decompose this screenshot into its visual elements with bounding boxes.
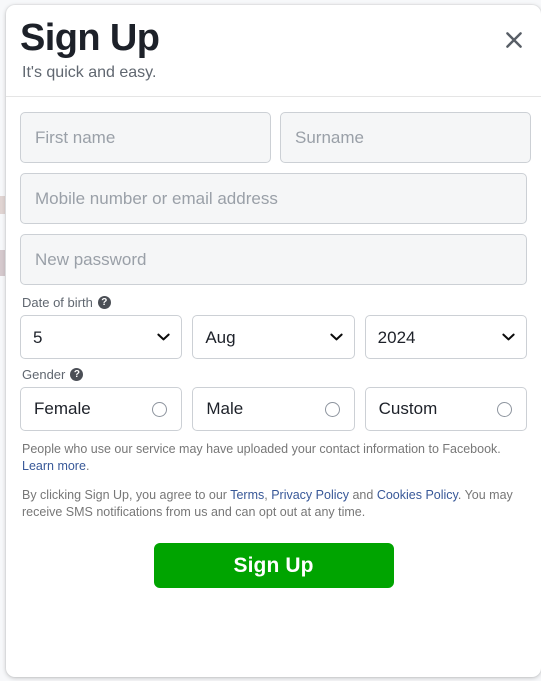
gender-option-female[interactable]: Female — [20, 387, 183, 431]
page-title: Sign Up — [20, 17, 160, 59]
cookies-policy-link[interactable]: Cookies Policy — [377, 488, 458, 502]
help-icon-gender[interactable]: ? — [70, 368, 84, 381]
terms-text-before: By clicking Sign Up, you agree to our — [22, 488, 231, 502]
dialog-header: Sign Up It's quick and easy. — [6, 5, 541, 97]
gender-option-custom[interactable]: Custom — [364, 387, 527, 431]
dob-year-select[interactable]: 20242023202220212020 — [364, 315, 527, 359]
contact-info-text-before: People who use our service may have uplo… — [22, 442, 501, 456]
date-of-birth-label: Date of birth ? — [22, 295, 527, 310]
contact-info-disclaimer: People who use our service may have uplo… — [22, 441, 525, 475]
dob-day-wrap: 12345678910 — [20, 315, 183, 359]
dob-day-select[interactable]: 12345678910 — [20, 315, 183, 359]
signup-dialog: Sign Up It's quick and easy. Date of bir… — [6, 5, 541, 677]
signup-submit-button[interactable]: Sign Up — [153, 543, 394, 588]
radio-button-male[interactable] — [324, 401, 340, 417]
gender-option-label: Female — [34, 399, 91, 418]
dob-month-select[interactable]: JanFebMarAprMayJunJulAugSepOctNovDec — [192, 315, 355, 359]
contact-field-row — [20, 173, 527, 224]
gender-label-text: Gender — [22, 367, 66, 382]
help-icon-date-of-birth[interactable]: ? — [97, 296, 111, 309]
surname-input[interactable] — [280, 112, 531, 163]
contact-info-text-after: . — [85, 459, 90, 473]
close-button[interactable] — [499, 25, 529, 55]
name-fields-row — [20, 112, 531, 163]
gender-options: Female Male Custom — [20, 387, 527, 431]
dob-month-wrap: JanFebMarAprMayJunJulAugSepOctNovDec — [192, 315, 355, 359]
dob-year-wrap: 20242023202220212020 — [364, 315, 527, 359]
gender-option-male[interactable]: Male — [192, 387, 355, 431]
close-icon — [506, 32, 522, 48]
radio-button-female[interactable] — [152, 401, 168, 417]
terms-disclaimer: By clicking Sign Up, you agree to our Te… — [22, 487, 525, 521]
dialog-subtitle: It's quick and easy. — [22, 64, 157, 81]
background-content-sliver — [0, 250, 5, 276]
learn-more-link[interactable]: Learn more — [22, 459, 86, 473]
submit-row: Sign Up — [20, 543, 527, 588]
first-name-input[interactable] — [20, 112, 271, 163]
gender-option-label: Custom — [378, 399, 438, 418]
mobile-or-email-input[interactable] — [20, 173, 527, 224]
terms-separator-2: and — [349, 488, 377, 502]
password-field-row — [20, 234, 527, 285]
radio-button-custom[interactable] — [496, 401, 512, 417]
gender-option-label: Male — [206, 399, 244, 418]
background-content-sliver — [0, 196, 5, 214]
date-of-birth-selects: 12345678910 JanFebMarAprMayJunJulAugSepO… — [20, 315, 527, 359]
privacy-policy-link[interactable]: Privacy Policy — [271, 488, 349, 502]
terms-link[interactable]: Terms — [230, 488, 264, 502]
new-password-input[interactable] — [20, 234, 527, 285]
date-of-birth-label-text: Date of birth — [22, 295, 93, 310]
gender-label: Gender ? — [22, 367, 527, 382]
dialog-body: Date of birth ? 12345678910 JanFebMarApr… — [6, 97, 541, 588]
